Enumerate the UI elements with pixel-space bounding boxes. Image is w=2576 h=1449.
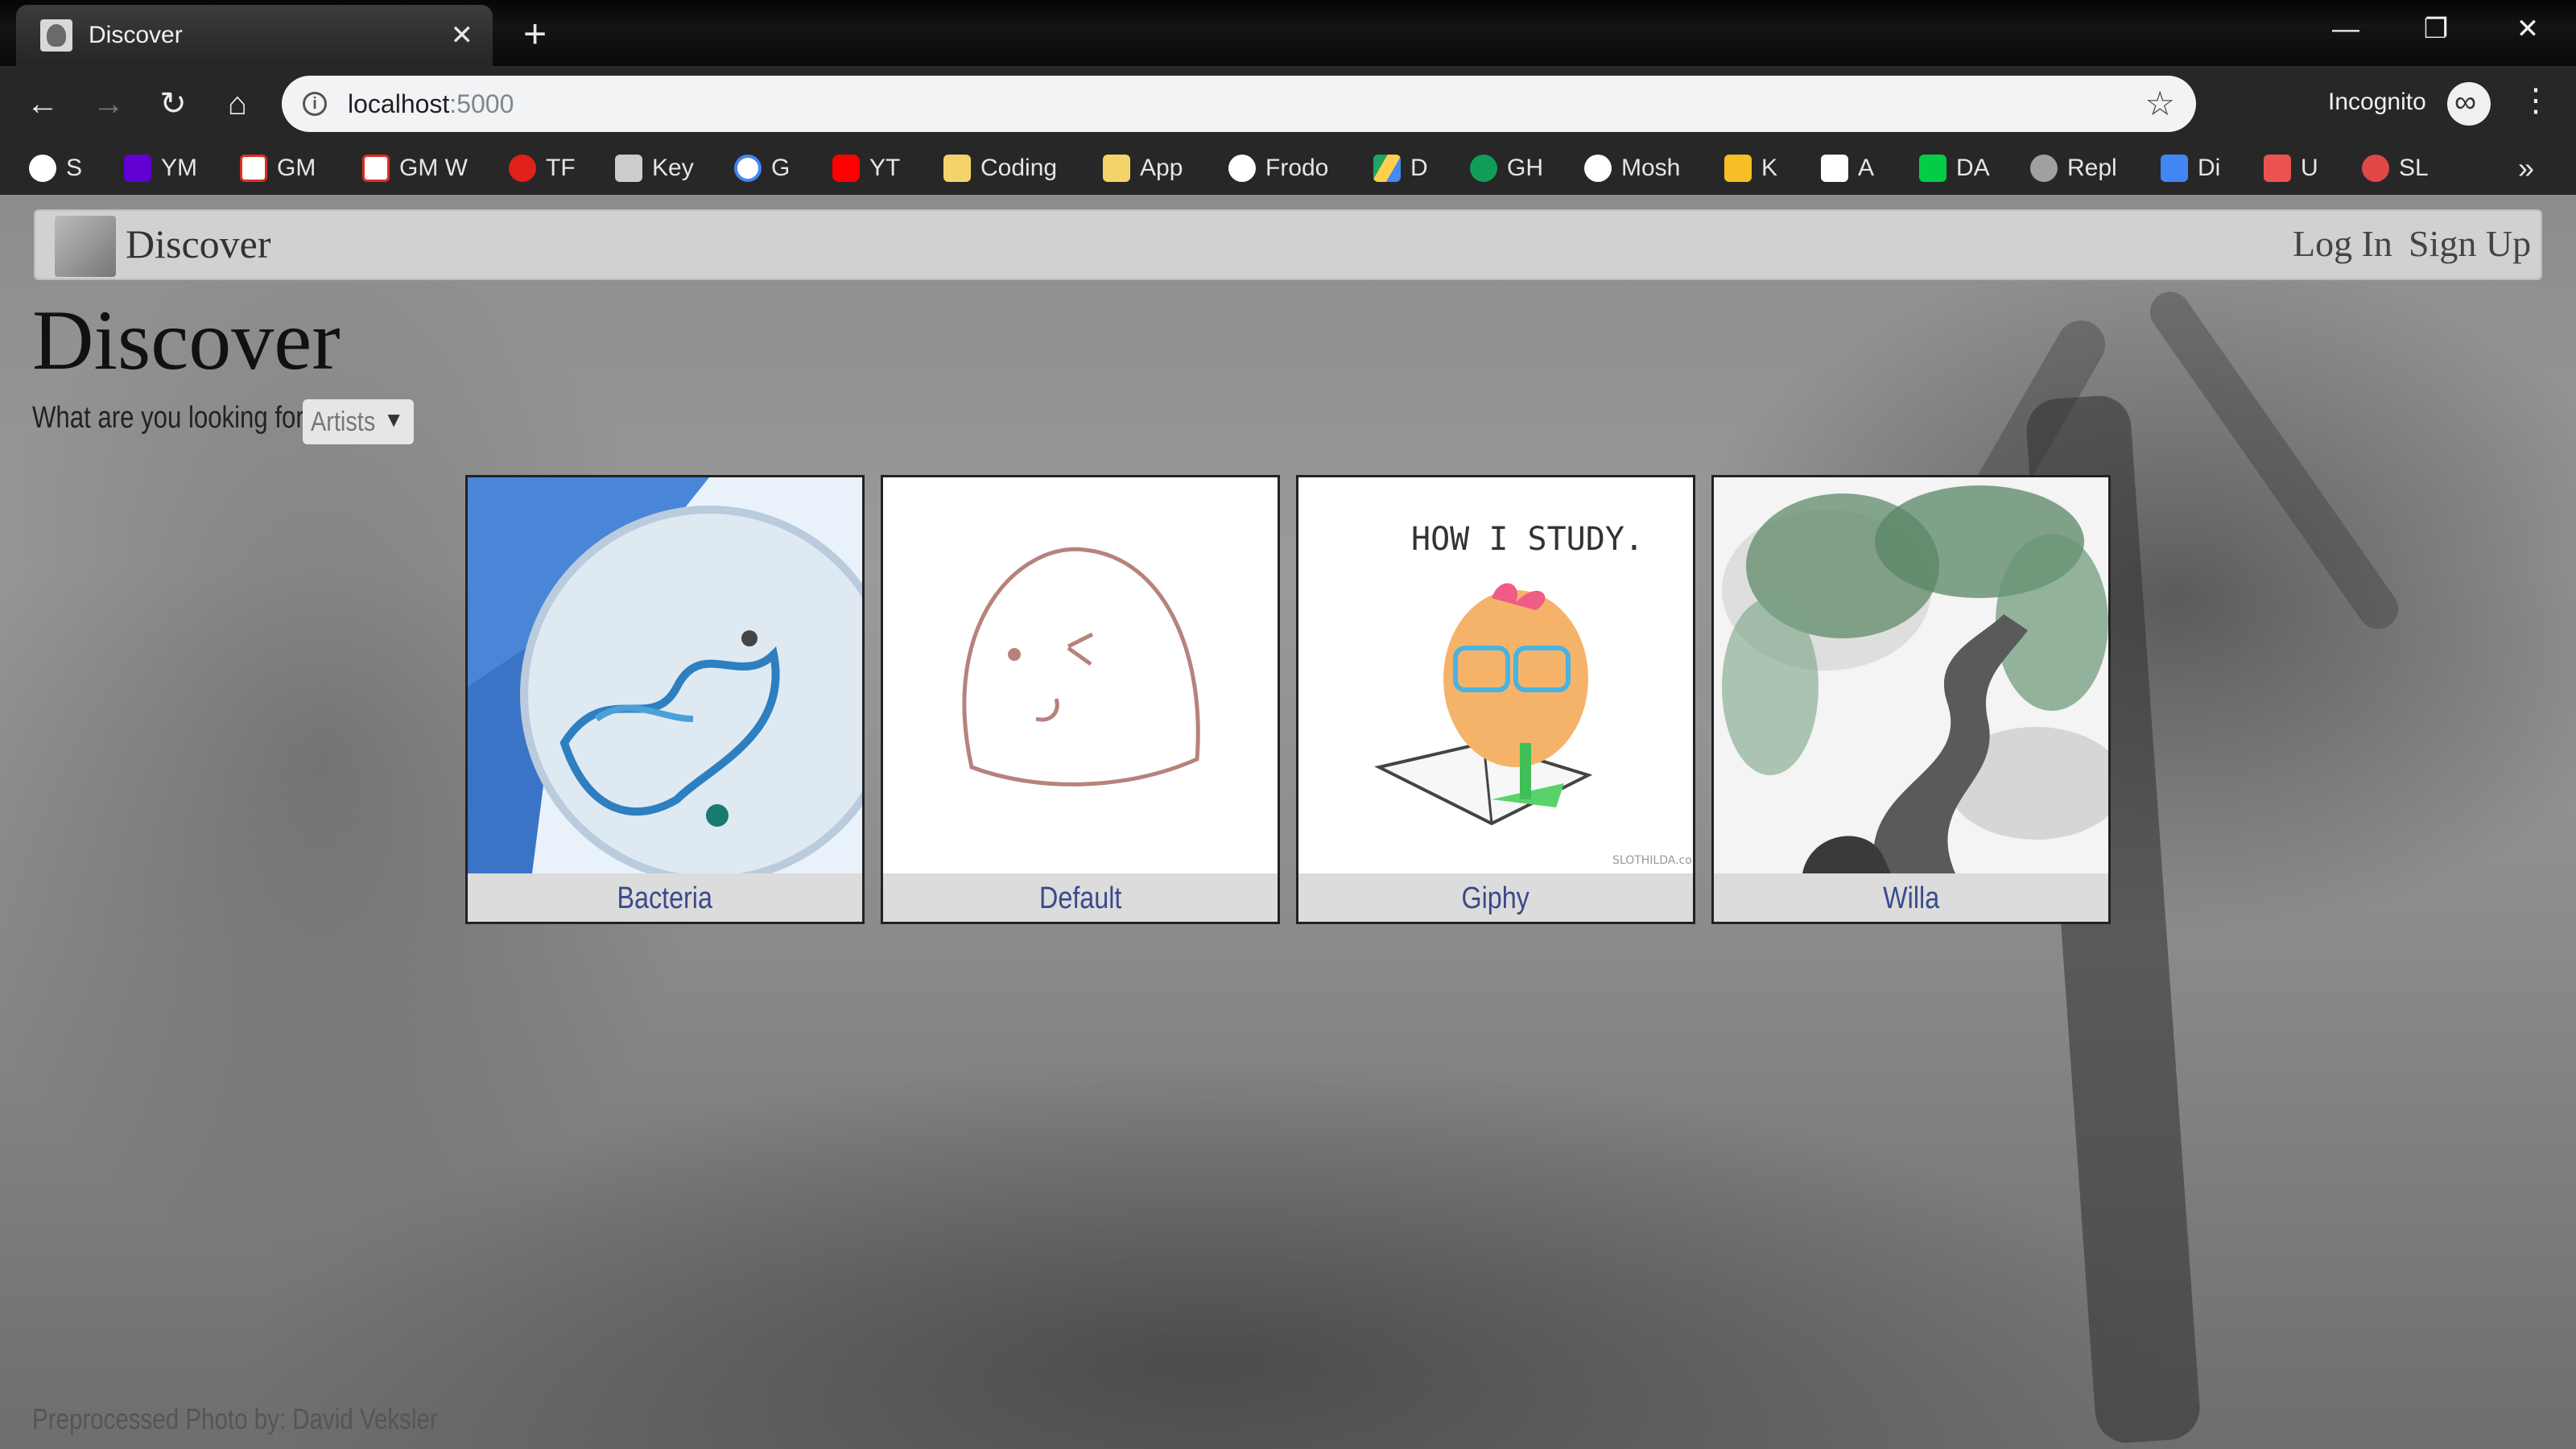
bookmark-a[interactable]: A	[1821, 152, 1874, 184]
google-icon	[734, 155, 762, 182]
bookmark-sl[interactable]: SL	[2362, 152, 2429, 184]
bookmark-mosh[interactable]: Mosh	[1584, 152, 1680, 184]
bookmark-da[interactable]: DA	[1919, 152, 1990, 184]
bookmark-u[interactable]: U	[2264, 152, 2318, 184]
bookmark-gm-w[interactable]: GM W	[362, 152, 468, 184]
browser-titlebar: Discover ✕ + — ❐ ✕	[0, 0, 2576, 66]
bookmark-key[interactable]: Key	[615, 152, 694, 184]
folder-icon	[943, 155, 971, 182]
bacteria-image	[468, 477, 862, 873]
address-bar[interactable]: i localhost:5000 ☆	[282, 76, 2196, 132]
bookmark-k[interactable]: K	[1724, 152, 1777, 184]
calendar-icon	[2161, 155, 2188, 182]
globe-icon	[1228, 155, 1256, 182]
art-signature: SLOTHILDA.com	[1612, 854, 1693, 867]
url-port: :5000	[449, 89, 514, 118]
incognito-icon[interactable]	[2447, 82, 2491, 126]
artist-card-giphy[interactable]: HOW I STUDY. SLOTHILDA.com Giphy	[1296, 475, 1695, 924]
brand-link[interactable]: Discover	[126, 221, 271, 267]
bookmarks-bar: S YM GM GM W TF Key G YT Coding App Frod…	[0, 142, 2576, 195]
url-host: localhost	[348, 89, 450, 118]
folder-icon	[1103, 155, 1130, 182]
drive-icon	[1373, 155, 1401, 182]
bookmark-gh[interactable]: GH	[1470, 152, 1543, 184]
default-face-image	[883, 477, 1278, 873]
incognito-label: Incognito	[2328, 89, 2426, 115]
new-tab-button[interactable]: +	[523, 10, 547, 58]
page-title: Discover	[32, 293, 341, 387]
globe-icon	[29, 155, 56, 182]
udemy-icon	[2264, 155, 2291, 182]
browser-toolbar: ← → ↻ ⌂ i localhost:5000 ☆ Incognito ⋮	[0, 66, 2576, 142]
bookmark-ym[interactable]: YM	[124, 152, 197, 184]
bookmark-star-icon[interactable]: ☆	[2145, 84, 2175, 123]
page-content: Discover Log In Sign Up Discover What ar…	[0, 195, 2576, 1449]
photo-credit: Preprocessed Photo by: David Veksler	[32, 1402, 438, 1435]
forward-icon[interactable]: →	[87, 82, 130, 126]
browser-tab[interactable]: Discover ✕	[16, 5, 493, 66]
close-tab-icon[interactable]: ✕	[451, 19, 474, 52]
repl-icon	[2030, 155, 2058, 182]
bookmark-coding[interactable]: Coding	[943, 152, 1057, 184]
close-window-icon[interactable]: ✕	[2483, 0, 2573, 58]
yahoo-icon	[124, 155, 151, 182]
home-icon[interactable]: ⌂	[216, 82, 259, 126]
bookmark-tf[interactable]: TF	[509, 152, 576, 184]
card-label: Willa	[1883, 881, 1939, 915]
back-icon[interactable]: ←	[21, 82, 64, 126]
deviantart-icon	[1919, 155, 1946, 182]
brand-logo-icon[interactable]	[55, 216, 116, 277]
search-type-select[interactable]: Artists ▼	[303, 399, 414, 444]
bookmark-repl[interactable]: Repl	[2030, 152, 2117, 184]
art-caption: HOW I STUDY.	[1411, 521, 1644, 558]
card-label: Bacteria	[617, 881, 713, 915]
keep-icon	[1724, 155, 1752, 182]
bookmark-g[interactable]: G	[734, 152, 790, 184]
login-link[interactable]: Log In	[2293, 222, 2392, 265]
artist-card-bacteria[interactable]: Bacteria	[465, 475, 865, 924]
restore-icon[interactable]: ❐	[2391, 0, 2481, 58]
tab-title: Discover	[89, 22, 183, 48]
giphy-image: HOW I STUDY. SLOTHILDA.com	[1298, 477, 1693, 873]
chevron-down-icon: ▼	[383, 407, 404, 431]
signup-link[interactable]: Sign Up	[2409, 222, 2531, 265]
site-info-icon[interactable]: i	[303, 92, 327, 116]
youtube-icon	[832, 155, 860, 182]
search-type-label: What are you looking for?	[32, 401, 319, 435]
amazon-icon	[1821, 155, 1848, 182]
search-type-value: Artists	[311, 406, 376, 437]
bookmark-yt[interactable]: YT	[832, 152, 900, 184]
minimize-icon[interactable]: —	[2301, 0, 2391, 58]
tf-icon	[509, 155, 536, 182]
sl-icon	[2362, 155, 2389, 182]
willa-image	[1714, 477, 2108, 873]
site-navbar: Discover Log In Sign Up	[34, 209, 2542, 280]
gmail-icon	[362, 155, 390, 182]
bookmark-frodo[interactable]: Frodo	[1228, 152, 1328, 184]
bookmark-d[interactable]: D	[1373, 152, 1428, 184]
card-label: Default	[1038, 881, 1122, 915]
artist-card-willa[interactable]: Willa	[1711, 475, 2111, 924]
bookmark-s[interactable]: S	[29, 152, 82, 184]
more-bookmarks-icon[interactable]: »	[2518, 151, 2534, 185]
bookmark-gm[interactable]: GM	[240, 152, 316, 184]
key-icon	[615, 155, 642, 182]
gmail-icon	[240, 155, 267, 182]
browser-menu-icon[interactable]: ⋮	[2520, 82, 2552, 119]
tab-favicon-icon	[40, 19, 72, 52]
hangouts-icon	[1470, 155, 1497, 182]
reload-icon[interactable]: ↻	[151, 82, 195, 126]
background-branch	[2142, 283, 2406, 638]
bookmark-app[interactable]: App	[1103, 152, 1183, 184]
globe-icon	[1584, 155, 1612, 182]
bookmark-di[interactable]: Di	[2161, 152, 2220, 184]
artist-card-default[interactable]: Default	[881, 475, 1280, 924]
card-label: Giphy	[1461, 881, 1530, 915]
